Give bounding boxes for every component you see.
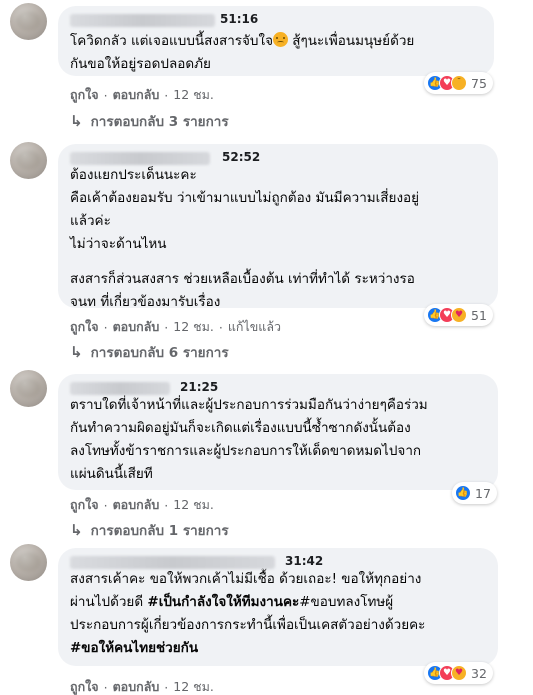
comment-text-paragraph-2: สงสารก็ส่วนสงสาร ช่วยเหลือเบื้องต้น เท่า… — [70, 271, 415, 310]
care-reaction-icon: ♥ — [451, 665, 467, 681]
avatar[interactable] — [10, 142, 47, 179]
commenter-name-blurred[interactable] — [70, 382, 170, 395]
reaction-summary[interactable]: 👍 ♥ ♥ 51 — [424, 304, 493, 326]
avatar[interactable] — [10, 544, 47, 581]
reaction-count: 51 — [471, 307, 487, 323]
reaction-summary[interactable]: 👍 17 — [452, 482, 497, 504]
reaction-count: 32 — [471, 665, 487, 681]
view-replies-button[interactable]: ↳ การตอบกลับ 1 รายการ — [70, 519, 229, 541]
comment-bubble: 52:52 ต้องแยกประเด็นนะคะ คือเค้าต้องยอมร… — [58, 144, 498, 310]
reply-button[interactable]: ตอบกลับ — [113, 677, 160, 695]
reaction-summary[interactable]: 👍 ♥ ♥ 32 — [424, 662, 493, 684]
comment-time: 51:16 — [220, 12, 259, 26]
sad-reaction-icon: ˘ — [451, 75, 467, 91]
comment-age[interactable]: 12 ชม. — [173, 85, 214, 105]
like-button[interactable]: ถูกใจ — [70, 85, 99, 105]
avatar[interactable] — [10, 3, 47, 40]
like-button[interactable]: ถูกใจ — [70, 677, 99, 695]
comment-time: 21:25 — [180, 380, 219, 394]
commenter-name-blurred[interactable] — [70, 556, 275, 569]
comment-text: โควิดกลัว แต่เจอแบบนี้สงสารจับใจ สู้ๆนะเ… — [70, 32, 415, 72]
reply-button[interactable]: ตอบกลับ — [113, 317, 160, 337]
reaction-count: 17 — [475, 485, 491, 501]
comment-bubble: 31:42 สงสารเค้าคะ ขอให้พวกเค้าไม่มีเชื้อ… — [58, 548, 498, 666]
comment-age[interactable]: 12 ชม. — [173, 677, 214, 695]
avatar[interactable] — [10, 370, 47, 407]
edited-label[interactable]: แก้ไขแล้ว — [228, 317, 281, 337]
reply-button[interactable]: ตอบกลับ — [113, 495, 160, 515]
comment-text: ตราบใดที่เจ้าหน้าที่และผู้ประกอบการร่วมม… — [70, 397, 428, 482]
reaction-summary[interactable]: 👍 ♥ ˘ 75 — [424, 72, 493, 94]
hashtag[interactable]: #เป็นกำลังใจให้ทีมงานคะ — [147, 594, 299, 610]
comment-actions: ถูกใจ · ตอบกลับ · 12 ชม. — [70, 495, 214, 515]
comment-bubble: 21:25 ตราบใดที่เจ้าหน้าที่และผู้ประกอบกา… — [58, 374, 498, 490]
commenter-name-blurred[interactable] — [70, 152, 210, 165]
comment-age[interactable]: 12 ชม. — [173, 317, 214, 337]
hashtag[interactable]: #ขอให้คนไทยช่วยกัน — [70, 640, 198, 656]
comment-actions: ถูกใจ · ตอบกลับ · 12 ชม. — [70, 85, 214, 105]
reply-arrow-icon: ↳ — [70, 343, 83, 361]
comment-text: สงสารเค้าคะ ขอให้พวกเค้าไม่มีเชื้อ ด้วยเ… — [70, 571, 426, 656]
reaction-count: 75 — [471, 75, 487, 91]
like-button[interactable]: ถูกใจ — [70, 317, 99, 337]
reply-arrow-icon: ↳ — [70, 112, 83, 130]
view-replies-button[interactable]: ↳ การตอบกลับ 3 รายการ — [70, 110, 229, 132]
reply-arrow-icon: ↳ — [70, 521, 83, 539]
comment-time: 52:52 — [222, 150, 261, 164]
like-reaction-icon: 👍 — [455, 485, 471, 501]
commenter-name-blurred[interactable] — [70, 14, 215, 27]
comment-time: 31:42 — [285, 554, 324, 568]
comment-actions: ถูกใจ · ตอบกลับ · 12 ชม. · แก้ไขแล้ว — [70, 317, 281, 337]
view-replies-button[interactable]: ↳ การตอบกลับ 6 รายการ — [70, 341, 229, 363]
like-button[interactable]: ถูกใจ — [70, 495, 99, 515]
reply-button[interactable]: ตอบกลับ — [113, 85, 160, 105]
comment-bubble: 51:16 โควิดกลัว แต่เจอแบบนี้สงสารจับใจ ส… — [58, 6, 494, 76]
comment-actions: ถูกใจ · ตอบกลับ · 12 ชม. — [70, 677, 214, 695]
sad-face-icon — [273, 32, 289, 47]
care-reaction-icon: ♥ — [451, 307, 467, 323]
comment-age[interactable]: 12 ชม. — [173, 495, 214, 515]
comment-text: ต้องแยกประเด็นนะคะ คือเค้าต้องยอมรับ ว่า… — [70, 167, 420, 252]
